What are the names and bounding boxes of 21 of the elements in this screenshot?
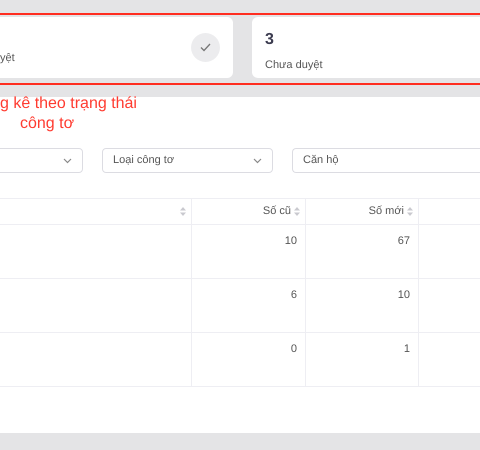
table-cell-text: 10 [284, 234, 297, 247]
column-header[interactable]: Số mới [306, 199, 419, 224]
sort-icon [407, 207, 413, 216]
annotation-text: g kê theo trạng thái [0, 94, 138, 114]
table-cell-text: 1 [404, 342, 410, 355]
stat-value: 3 [265, 30, 275, 50]
dropdown[interactable]: Loại công tơ [102, 148, 273, 173]
input-field[interactable]: Căn hộ [292, 148, 480, 173]
column-header[interactable]: Số cũ [192, 199, 306, 224]
table-cell-text: 10 [398, 288, 410, 301]
stat-label: Chưa duyệt [265, 58, 324, 73]
table-cell-text: 6 [290, 288, 297, 301]
stat-label: yệt [0, 51, 15, 66]
table-cell-text: 0 [290, 342, 297, 355]
chevron-down-icon [63, 158, 72, 164]
sort-icon [180, 207, 186, 216]
table-cell-text: 67 [398, 234, 410, 247]
check-icon [191, 33, 220, 62]
chevron-down-icon [253, 158, 262, 164]
sort-icon [294, 207, 300, 216]
annotation-text: công tơ [19, 114, 76, 134]
